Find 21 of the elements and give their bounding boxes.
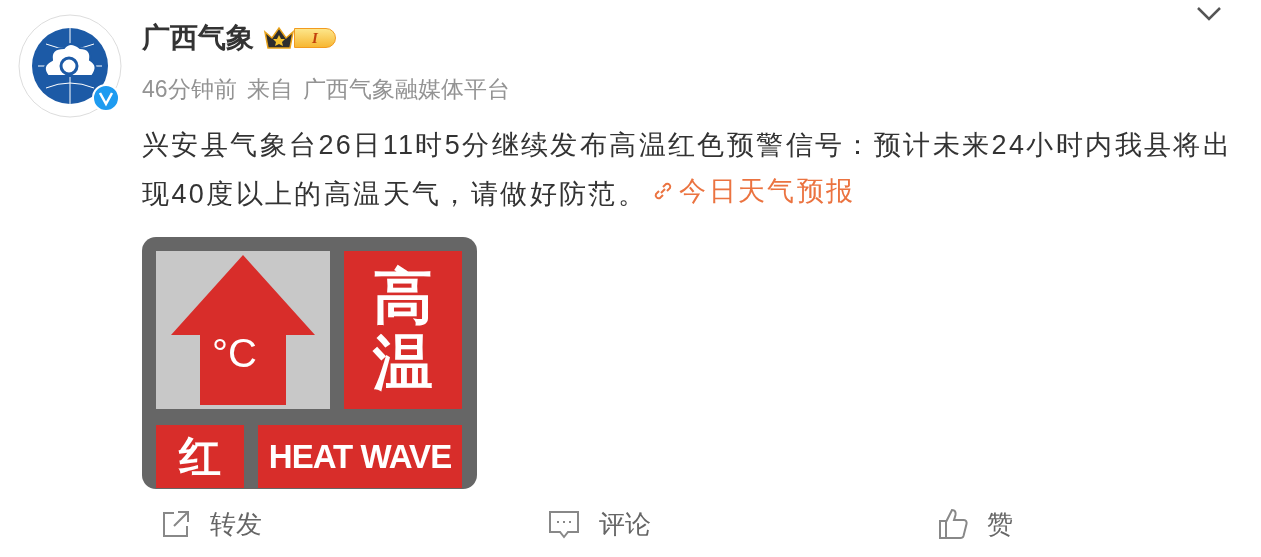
logo-avatar[interactable]: [18, 14, 122, 118]
celsius-symbol: °C: [212, 331, 257, 375]
comment-icon: [547, 508, 581, 540]
comment-button[interactable]: 评论: [262, 504, 651, 544]
warning-grade: 红: [156, 425, 244, 488]
source-label: 来自: [246, 75, 293, 104]
topic-link[interactable]: 今日天气预报: [651, 168, 856, 214]
chevron-down-icon[interactable]: [1196, 6, 1222, 22]
source-link[interactable]: 广西气象融媒体平台: [302, 74, 510, 104]
author-name[interactable]: 广西气象: [142, 18, 254, 58]
crown-icon: [262, 24, 296, 52]
thumbs-up-icon: [937, 507, 969, 541]
level-badge: I: [294, 28, 336, 48]
post-text: 兴安县气象台26日11时5分继续发布高温红色预警信号：预计未来24小时内我县将出现40度以上的高温天气，请做好防范。 今日天气预报: [142, 122, 1237, 217]
forward-button[interactable]: 转发: [142, 504, 262, 544]
heat-title: 高温: [344, 251, 462, 409]
heat-wave-label: HEAT WAVE: [258, 425, 462, 488]
post-time[interactable]: 46分钟前: [142, 74, 237, 104]
like-button[interactable]: 赞: [651, 504, 1013, 544]
share-icon: [160, 508, 192, 540]
warning-image[interactable]: °C 高温 红 HEAT WAVE: [142, 237, 477, 489]
